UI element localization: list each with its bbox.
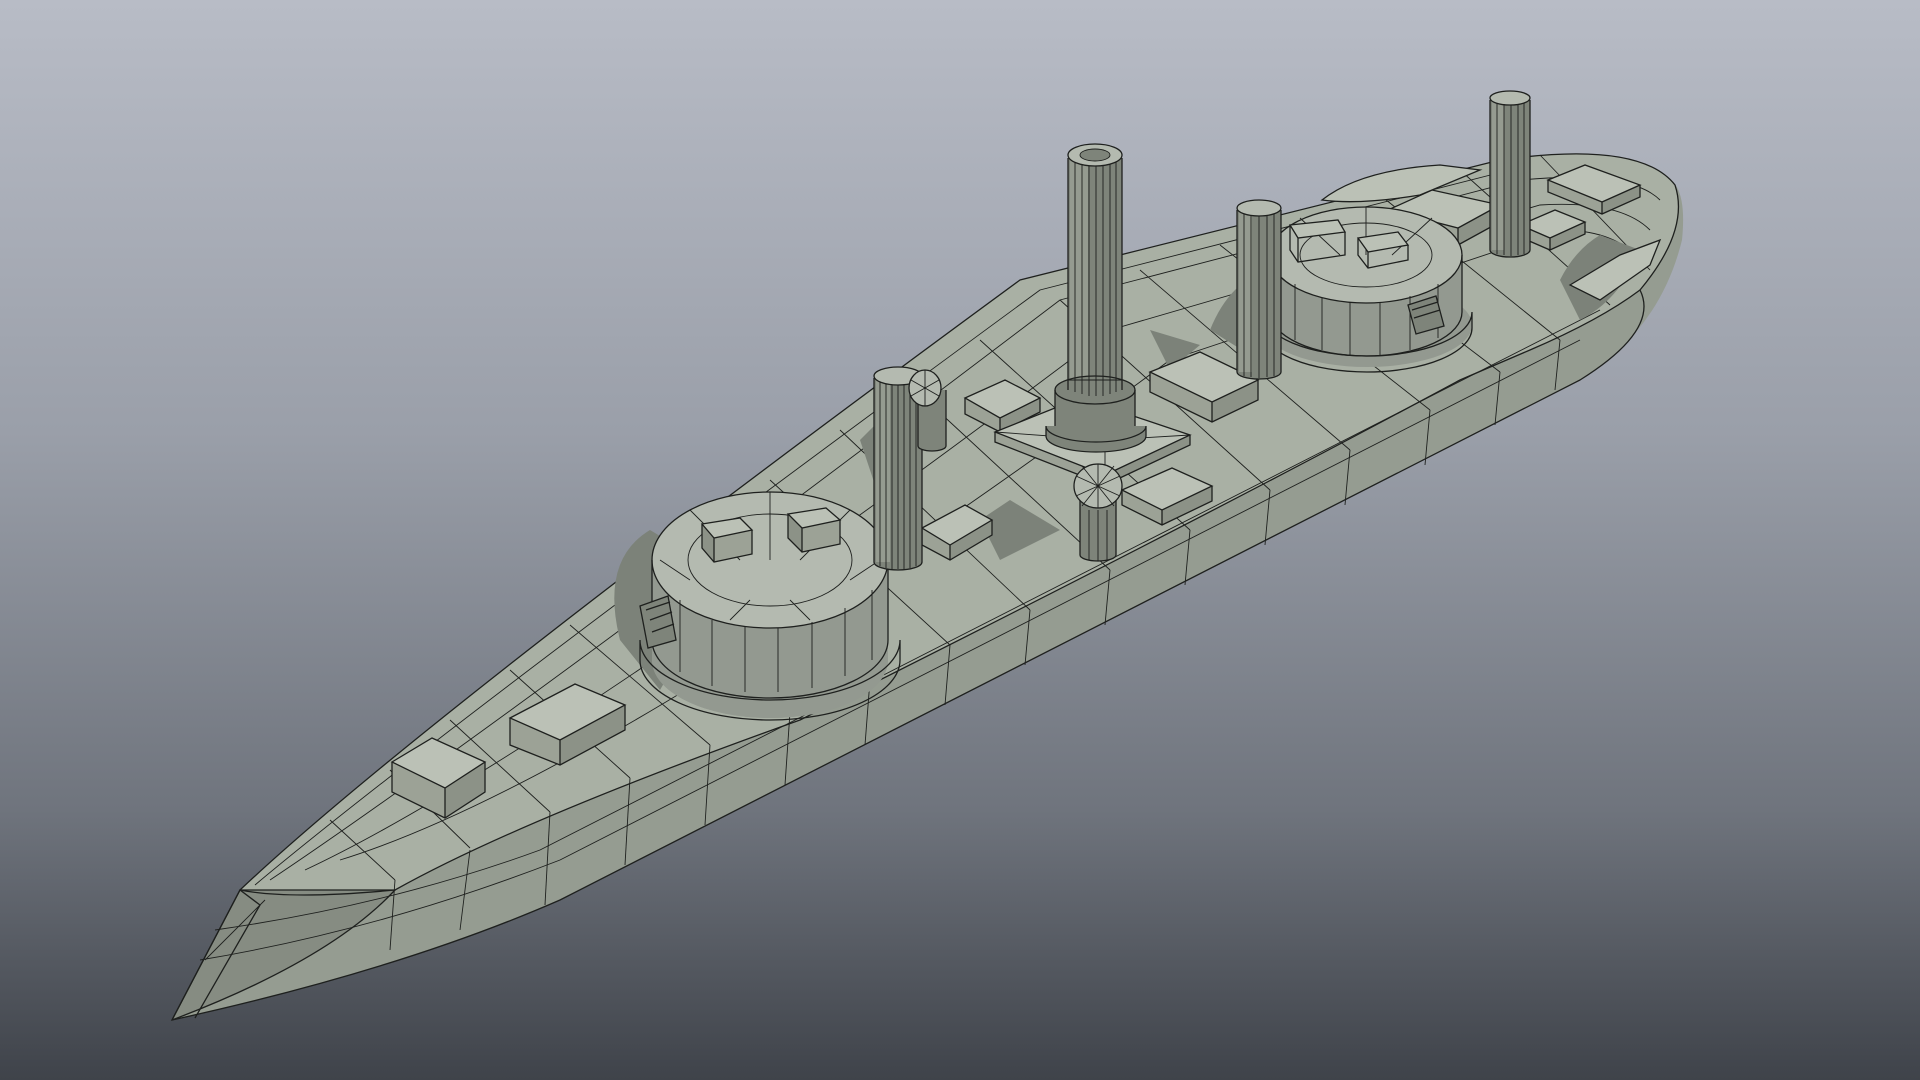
turret-aft <box>639 491 901 721</box>
ventilator-mid <box>1073 463 1123 562</box>
forward-funnel <box>1489 90 1531 258</box>
3d-viewport[interactable] <box>0 0 1920 1080</box>
mid-funnel <box>1236 199 1282 380</box>
turret-forward <box>1261 206 1473 373</box>
ship-model[interactable] <box>0 0 1920 1080</box>
